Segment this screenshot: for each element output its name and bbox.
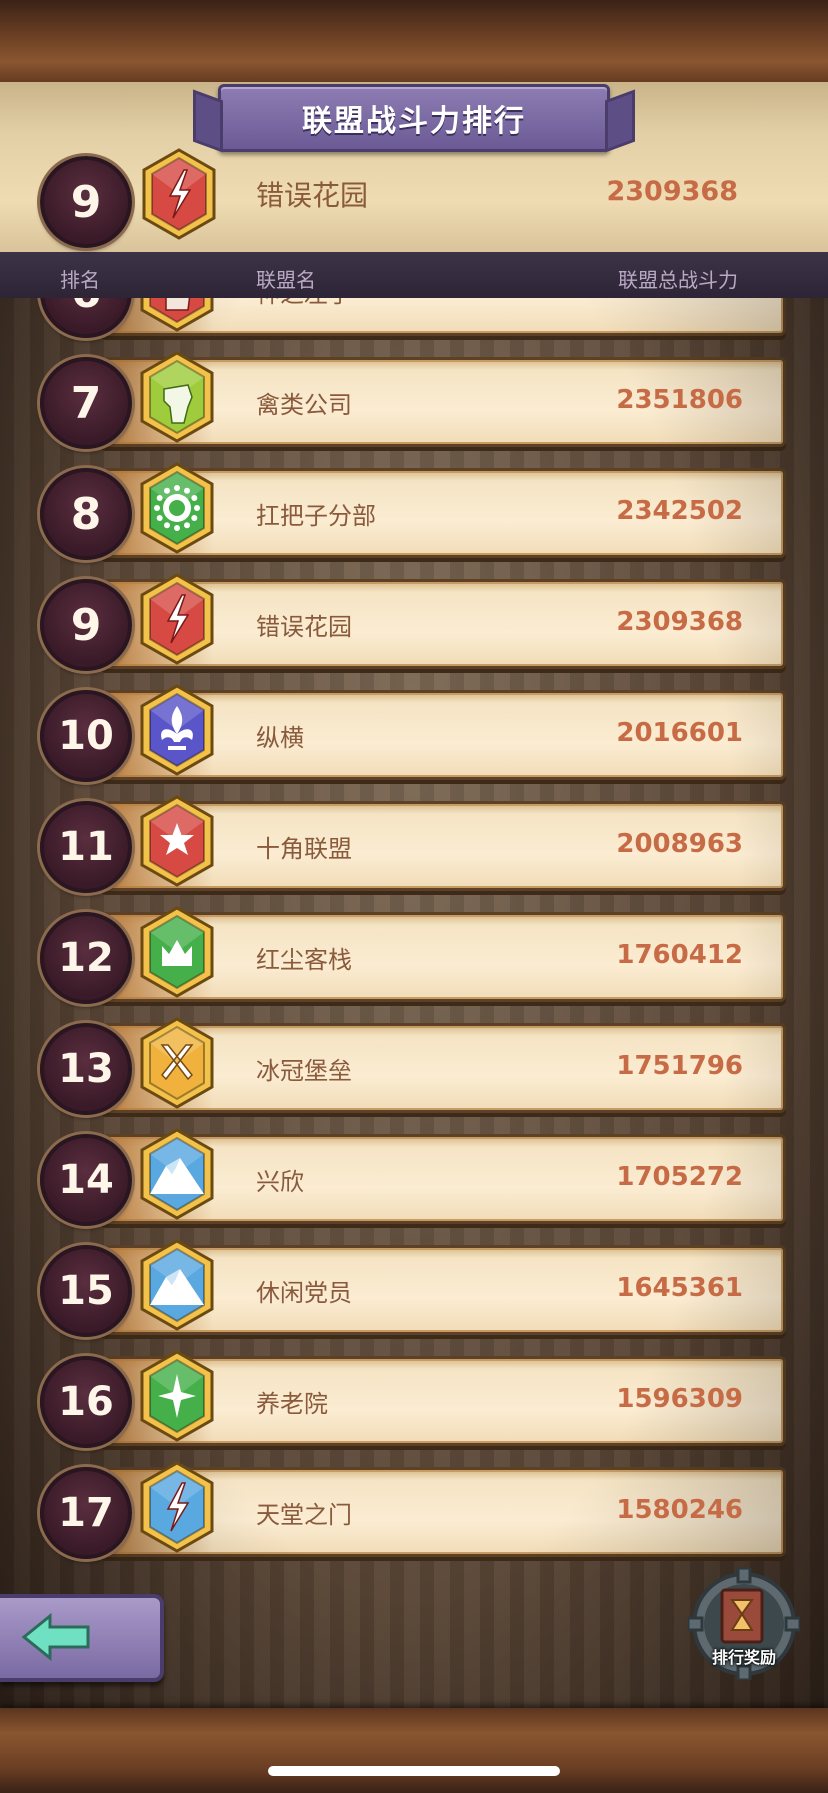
rank-badge: 7 xyxy=(40,357,132,449)
fist-emblem-icon xyxy=(140,351,214,443)
alliance-row[interactable]: 8 扛把子分部 2342502 xyxy=(40,460,786,560)
rank-badge: 8 xyxy=(40,468,132,560)
alliance-row[interactable]: 15 休闲党员 1645361 xyxy=(40,1237,786,1337)
alliance-row[interactable]: 11 十角联盟 2008963 xyxy=(40,793,786,893)
alliance-name: 错误花园 xyxy=(256,613,352,641)
alliance-name: 养老院 xyxy=(256,1390,328,1418)
alliance-power: 2395103 xyxy=(616,298,743,304)
sparkle-emblem-icon xyxy=(140,1350,214,1442)
alliance-power: 2351806 xyxy=(616,385,743,415)
lightning-emblem-icon xyxy=(142,148,216,240)
alliance-power: 2016601 xyxy=(616,718,743,748)
star-emblem-icon xyxy=(140,795,214,887)
rank-badge: 13 xyxy=(40,1023,132,1115)
back-arrow-icon xyxy=(22,1612,90,1662)
alliance-power: 1705272 xyxy=(616,1162,743,1192)
alliance-name: 兴欣 xyxy=(256,1168,304,1196)
top-wood-frame xyxy=(0,0,828,88)
column-header: 排名 联盟名 联盟总战斗力 xyxy=(0,252,828,298)
swords-emblem-icon xyxy=(140,1017,214,1109)
alliance-row[interactable]: 7 禽类公司 2351806 xyxy=(40,349,786,449)
alliance-row[interactable]: 17 天堂之门 1580246 xyxy=(40,1459,786,1559)
alliance-name: 冰冠堡垒 xyxy=(256,1057,352,1085)
ranking-reward-button[interactable]: 排行奖励 xyxy=(686,1566,802,1682)
my-alliance-name: 错误花园 xyxy=(256,179,369,212)
rank-badge: 10 xyxy=(40,690,132,782)
rank-badge: 17 xyxy=(40,1467,132,1559)
alliance-name: 纵横 xyxy=(256,724,304,752)
alliance-power: 1645361 xyxy=(616,1273,743,1303)
rank-badge: 16 xyxy=(40,1356,132,1448)
alliance-row[interactable]: 12 红尘客栈 1760412 xyxy=(40,904,786,1004)
alliance-row[interactable]: 14 兴欣 1705272 xyxy=(40,1126,786,1226)
alliance-row[interactable]: 9 错误花园 2309368 xyxy=(40,571,786,671)
rank-badge: 9 xyxy=(40,579,132,671)
fleur-de-lis-emblem-icon xyxy=(140,684,214,776)
alliance-name: 十角联盟 xyxy=(256,835,352,863)
bottom-wood-frame xyxy=(0,1708,828,1793)
rank-badge: 14 xyxy=(40,1134,132,1226)
home-indicator xyxy=(268,1766,560,1776)
sun-emblem-icon xyxy=(140,462,214,554)
mountain-emblem-icon xyxy=(140,1239,214,1331)
alliance-name: 扛把子分部 xyxy=(256,502,376,530)
back-button[interactable] xyxy=(0,1594,164,1682)
alliance-row[interactable]: 10 纵横 2016601 xyxy=(40,682,786,782)
alliance-power: 2309368 xyxy=(616,607,743,637)
alliance-name: 神之左手 xyxy=(256,298,352,309)
rank-badge: 11 xyxy=(40,801,132,893)
mountain-emblem-icon xyxy=(140,1128,214,1220)
column-power-label: 联盟总战斗力 xyxy=(618,268,738,292)
alliance-power: 1596309 xyxy=(616,1384,743,1414)
my-alliance-power: 2309368 xyxy=(606,176,738,207)
alliance-name: 天堂之门 xyxy=(256,1501,352,1529)
alliance-power: 1580246 xyxy=(616,1495,743,1525)
alliance-row[interactable]: 16 养老院 1596309 xyxy=(40,1348,786,1448)
alliance-power: 1760412 xyxy=(616,940,743,970)
alliance-row[interactable]: 6神之左手2395103 xyxy=(40,298,786,338)
column-rank-label: 排名 xyxy=(60,268,100,292)
ranking-list[interactable]: 6神之左手23951037禽类公司23518068扛把子分部23425029错误… xyxy=(0,298,828,1710)
lightning-emblem-icon xyxy=(140,573,214,665)
rank-badge: 15 xyxy=(40,1245,132,1337)
alliance-power: 2008963 xyxy=(616,829,743,859)
page-title: 联盟战斗力排行 xyxy=(218,84,610,152)
alliance-power: 2342502 xyxy=(616,496,743,526)
alliance-row[interactable]: 13 冰冠堡垒 1751796 xyxy=(40,1015,786,1115)
ranking-reward-label: 排行奖励 xyxy=(711,1648,776,1667)
alliance-name: 红尘客栈 xyxy=(256,946,352,974)
rank-badge: 12 xyxy=(40,912,132,1004)
lightning-emblem-icon xyxy=(140,1461,214,1553)
column-name-label: 联盟名 xyxy=(256,268,316,292)
alliance-name: 禽类公司 xyxy=(256,391,352,419)
crown-emblem-icon xyxy=(140,906,214,998)
hand-emblem-icon xyxy=(140,298,214,332)
my-alliance-row: 9 错误花园 2309368 xyxy=(0,146,828,250)
alliance-name: 休闲党员 xyxy=(256,1279,352,1307)
alliance-power: 1751796 xyxy=(616,1051,743,1081)
my-alliance-rank: 9 xyxy=(40,156,132,248)
